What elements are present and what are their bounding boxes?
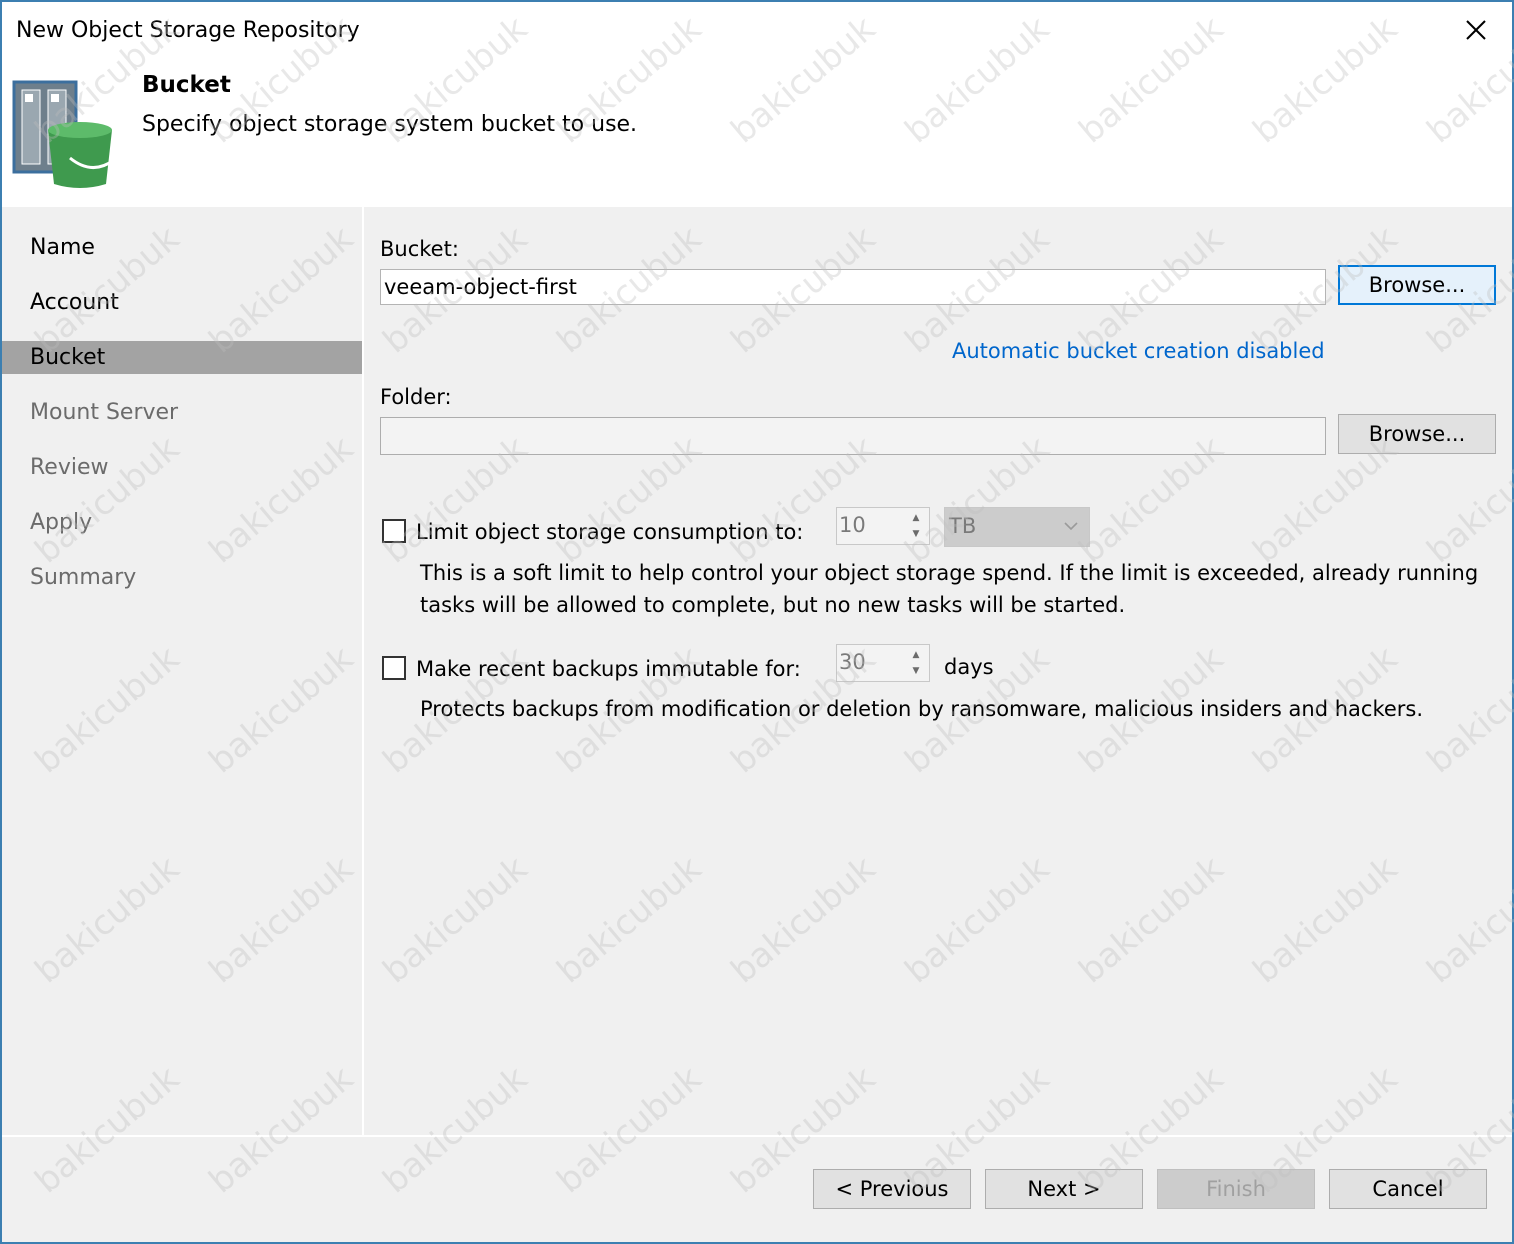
limit-value-stepper[interactable]: 10 ▲ ▼ xyxy=(836,507,930,545)
wizard-window: New Object Storage Repository Bucket Spe… xyxy=(0,0,1514,1244)
folder-label: Folder: xyxy=(380,385,452,409)
close-icon xyxy=(1466,20,1486,40)
folder-input[interactable] xyxy=(380,417,1326,455)
step-subtitle: Specify object storage system bucket to … xyxy=(142,112,638,137)
limit-consumption-checkbox[interactable] xyxy=(382,519,406,543)
previous-button[interactable]: < Previous xyxy=(813,1169,971,1209)
bucket-step-content: Bucket: Browse... Automatic bucket creat… xyxy=(364,207,1512,1135)
sidebar-item-account[interactable]: Account xyxy=(2,286,362,319)
chevron-down-icon[interactable]: ▼ xyxy=(905,663,927,679)
immutable-checkbox[interactable] xyxy=(382,656,406,680)
step-title: Bucket xyxy=(142,72,231,98)
bucket-label: Bucket: xyxy=(380,237,459,261)
footer-divider xyxy=(2,1135,1512,1137)
title-bar: New Object Storage Repository xyxy=(2,2,1512,62)
limit-description-line1: This is a soft limit to help control you… xyxy=(420,561,1479,585)
sidebar-item-summary[interactable]: Summary xyxy=(2,561,362,594)
immutable-days-stepper[interactable]: 30 ▲ ▼ xyxy=(836,644,930,682)
close-button[interactable] xyxy=(1458,12,1494,48)
sidebar-item-bucket[interactable]: Bucket xyxy=(2,341,362,374)
limit-value: 10 xyxy=(839,513,866,537)
sidebar-item-name[interactable]: Name xyxy=(2,231,362,264)
wizard-header: Bucket Specify object storage system buc… xyxy=(2,62,1512,207)
next-button[interactable]: Next > xyxy=(985,1169,1143,1209)
immutable-days-unit: days xyxy=(944,655,994,679)
immutable-days-value: 30 xyxy=(839,650,866,674)
chevron-down-icon[interactable]: ▼ xyxy=(905,526,927,542)
bucket-input[interactable] xyxy=(380,269,1326,305)
limit-unit-value: TB xyxy=(949,514,977,538)
limit-description-line2: tasks will be allowed to complete, but n… xyxy=(420,593,1126,617)
object-storage-bucket-icon xyxy=(12,80,118,194)
bucket-browse-button[interactable]: Browse... xyxy=(1338,265,1496,305)
wizard-steps-sidebar: Name Account Bucket Mount Server Review … xyxy=(2,207,364,1135)
chevron-down-icon xyxy=(1064,522,1078,531)
automatic-bucket-creation-link[interactable]: Automatic bucket creation disabled xyxy=(952,339,1325,363)
chevron-up-icon[interactable]: ▲ xyxy=(905,647,927,663)
sidebar-item-review[interactable]: Review xyxy=(2,451,362,484)
chevron-up-icon[interactable]: ▲ xyxy=(905,510,927,526)
finish-button[interactable]: Finish xyxy=(1157,1169,1315,1209)
limit-unit-select[interactable]: TB xyxy=(944,507,1090,547)
immutable-label[interactable]: Make recent backups immutable for: xyxy=(416,657,801,681)
folder-browse-button[interactable]: Browse... xyxy=(1338,414,1496,454)
sidebar-item-apply[interactable]: Apply xyxy=(2,506,362,539)
cancel-button[interactable]: Cancel xyxy=(1329,1169,1487,1209)
immutable-description: Protects backups from modification or de… xyxy=(420,697,1424,721)
limit-consumption-label[interactable]: Limit object storage consumption to: xyxy=(416,520,803,544)
sidebar-item-mount-server[interactable]: Mount Server xyxy=(2,396,362,429)
window-title: New Object Storage Repository xyxy=(16,18,360,43)
